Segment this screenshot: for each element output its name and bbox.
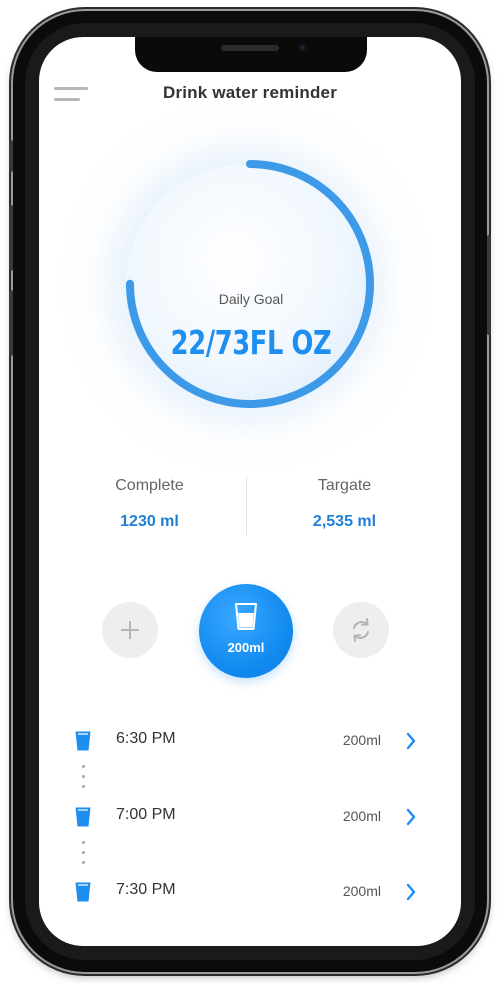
page-title: Drink water reminder <box>162 83 338 102</box>
water-cup-icon <box>75 882 91 902</box>
water-cup-icon <box>75 807 91 827</box>
stats-panel: Complete 1230 ml Targate 2,535 ml <box>39 477 461 547</box>
log-entry[interactable]: 7:30 PM 200ml <box>39 878 461 908</box>
side-button-left-mid <box>9 205 13 271</box>
add-button[interactable] <box>102 602 158 658</box>
daily-goal-label: Daily Goal <box>218 291 284 307</box>
timeline-dots <box>82 765 86 795</box>
daily-goal-ring: Daily Goal 22/73FL OZ <box>121 157 381 427</box>
water-cup-icon <box>235 603 257 630</box>
log-entry[interactable]: 7:00 PM 200ml <box>39 803 461 833</box>
chevron-right-icon[interactable] <box>405 732 417 750</box>
drink-amount-label: 200ml <box>227 640 265 655</box>
side-button-left-low <box>9 290 13 356</box>
plus-icon <box>121 621 139 639</box>
log-time: 6:30 PM <box>116 730 176 747</box>
stat-complete: Complete 1230 ml <box>44 477 255 531</box>
daily-goal-value: 22/73FL OZ <box>170 323 332 362</box>
refresh-button[interactable] <box>333 602 389 658</box>
refresh-icon <box>353 618 369 642</box>
app-screen: Drink water reminder Daily Goal 22/73FL … <box>39 37 461 946</box>
target-value: 2,535 ml <box>312 513 377 530</box>
side-button-right <box>487 235 491 335</box>
log-amount: 200ml <box>342 808 381 824</box>
timeline-dots <box>82 841 86 871</box>
log-time: 7:00 PM <box>116 806 176 823</box>
complete-value: 1230 ml <box>120 513 179 530</box>
progress-arc <box>126 160 374 408</box>
notch <box>135 37 367 72</box>
water-cup-icon <box>75 731 91 751</box>
stat-target: Targate 2,535 ml <box>239 477 450 531</box>
speaker-grille <box>221 45 279 51</box>
chevron-right-icon[interactable] <box>405 808 417 826</box>
complete-label: Complete <box>115 477 184 494</box>
log-amount: 200ml <box>342 732 381 748</box>
target-label: Targate <box>317 477 372 494</box>
camera-icon <box>297 42 308 53</box>
drink-button[interactable]: 200ml <box>199 584 293 678</box>
log-amount: 200ml <box>342 883 381 899</box>
stats-divider <box>246 477 247 535</box>
chevron-right-icon[interactable] <box>405 883 417 901</box>
log-entry[interactable]: 6:30 PM 200ml <box>39 727 461 757</box>
log-time: 7:30 PM <box>116 881 176 898</box>
side-button-left-top <box>9 140 13 172</box>
